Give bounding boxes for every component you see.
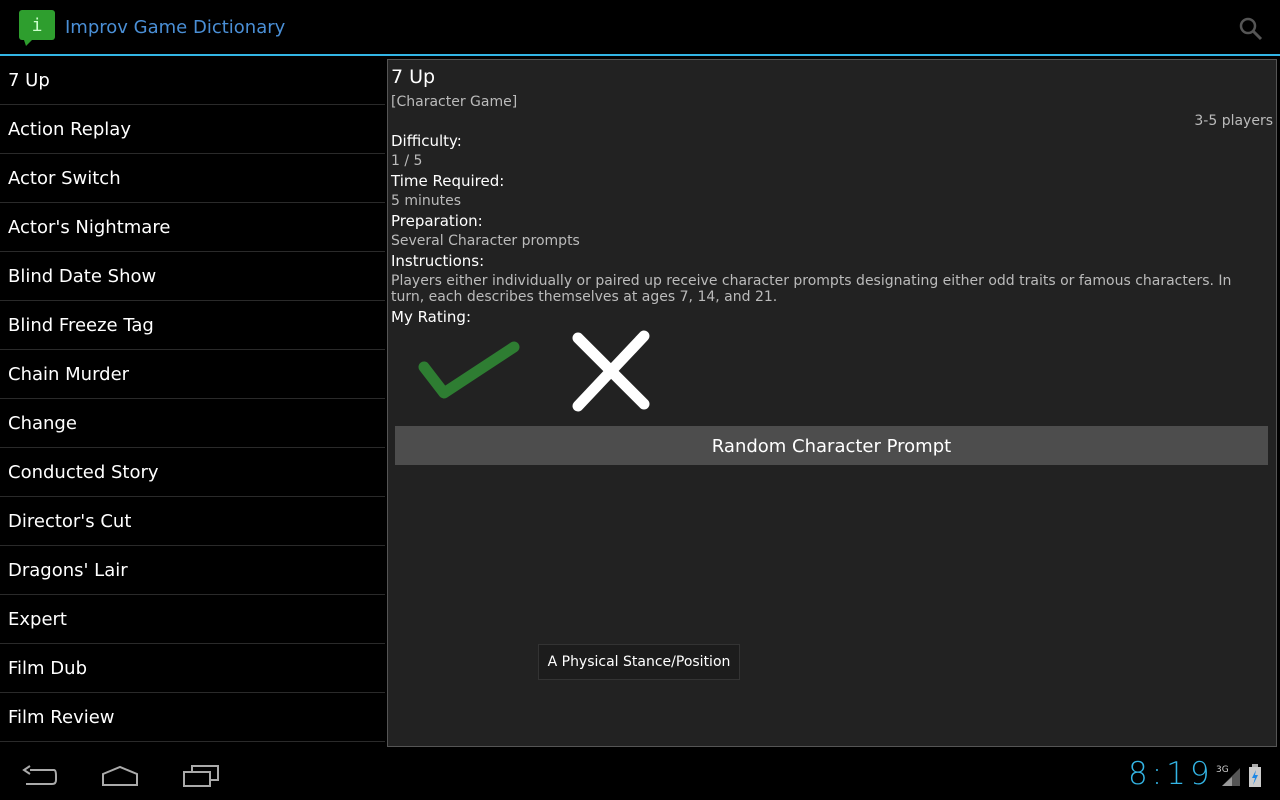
game-category: [Character Game] bbox=[391, 94, 518, 110]
back-icon[interactable] bbox=[20, 764, 58, 788]
recent-apps-icon[interactable] bbox=[182, 764, 220, 788]
time-value: 5 minutes bbox=[391, 193, 462, 209]
app-title: Improv Game Dictionary bbox=[65, 17, 286, 38]
home-icon[interactable] bbox=[100, 764, 140, 788]
list-item[interactable]: Dragons' Lair bbox=[0, 546, 385, 595]
list-item[interactable]: Expert bbox=[0, 595, 385, 644]
list-item[interactable]: 7 Up bbox=[0, 56, 385, 105]
difficulty-value: 1 / 5 bbox=[391, 153, 423, 169]
cross-icon[interactable] bbox=[566, 328, 656, 414]
player-count: 3-5 players bbox=[1194, 113, 1273, 129]
svg-text:i: i bbox=[32, 15, 43, 36]
list-item[interactable]: Actor's Nightmare bbox=[0, 203, 385, 252]
list-item[interactable]: Film Dub bbox=[0, 644, 385, 693]
search-icon[interactable] bbox=[1238, 16, 1264, 42]
list-item[interactable]: Blind Date Show bbox=[0, 252, 385, 301]
clock: 8:19 bbox=[1128, 756, 1214, 792]
list-item[interactable]: Change bbox=[0, 399, 385, 448]
list-item[interactable]: Conducted Story bbox=[0, 448, 385, 497]
list-item[interactable]: Film Review bbox=[0, 693, 385, 742]
preparation-label: Preparation: bbox=[391, 212, 483, 230]
action-bar: i Improv Game Dictionary bbox=[0, 0, 1280, 56]
checkmark-icon[interactable] bbox=[416, 335, 526, 410]
random-character-prompt-button[interactable]: Random Character Prompt bbox=[395, 426, 1268, 465]
game-list: 7 Up Action Replay Actor Switch Actor's … bbox=[0, 56, 385, 742]
preparation-value: Several Character prompts bbox=[391, 233, 580, 249]
list-item[interactable]: Actor Switch bbox=[0, 154, 385, 203]
list-item[interactable]: Blind Freeze Tag bbox=[0, 301, 385, 350]
rating-label: My Rating: bbox=[391, 308, 472, 326]
system-bar: 8:19 3G bbox=[0, 750, 1280, 800]
instructions-label: Instructions: bbox=[391, 252, 485, 270]
battery-charging-icon bbox=[1249, 764, 1261, 787]
signal-icon bbox=[1222, 768, 1240, 786]
instructions-text: Players either individually or paired up… bbox=[391, 273, 1232, 305]
time-label: Time Required: bbox=[391, 172, 505, 190]
list-item[interactable]: Director's Cut bbox=[0, 497, 385, 546]
game-detail-panel: 7 Up [Character Game] 3-5 players Diffic… bbox=[387, 59, 1277, 747]
difficulty-label: Difficulty: bbox=[391, 132, 462, 150]
toast-message: A Physical Stance/Position bbox=[538, 644, 740, 680]
list-item[interactable]: Chain Murder bbox=[0, 350, 385, 399]
game-title: 7 Up bbox=[391, 66, 436, 88]
app-logo-icon[interactable]: i bbox=[18, 9, 56, 47]
list-item[interactable]: Action Replay bbox=[0, 105, 385, 154]
